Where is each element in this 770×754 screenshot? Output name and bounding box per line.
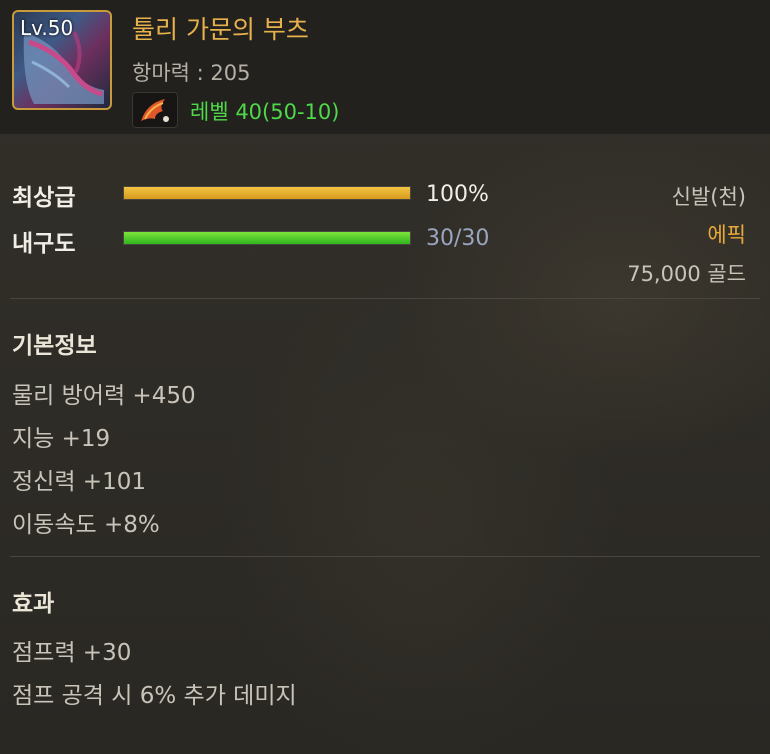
durability-label: 내구도 [12,231,76,257]
stat-line: 지능 +19 [12,426,111,452]
item-name: 툴리 가문의 부츠 [132,15,309,44]
magic-defense-stat: 항마력 : 205 [132,61,251,85]
divider [10,556,760,557]
stat-line: 물리 방어력 +450 [12,383,196,409]
level-requirement: 레벨 40(50-10) [190,100,340,124]
stat-line: 이동속도 +8% [12,512,160,538]
grade-bar-fill [124,187,410,199]
sell-price: 75,000 골드 [627,262,746,286]
stat-line: 정신력 +101 [12,469,146,495]
wing-feather-icon [132,92,178,128]
durability-bar [123,231,411,245]
boots-icon: Lv.50 [12,10,112,110]
divider [10,298,760,299]
basic-info-title: 기본정보 [12,333,97,359]
durability-bar-fill [124,232,410,244]
equip-slot: 신발(천) [671,185,746,209]
rarity-label: 에픽 [707,223,746,247]
grade-bar [123,186,411,200]
effect-line: 점프 공격 시 6% 추가 데미지 [12,683,297,709]
effect-line: 점프력 +30 [12,640,132,666]
effects-title: 효과 [12,591,55,617]
durability-value: 30/30 [426,226,490,251]
grade-label: 최상급 [12,185,76,211]
item-level-badge: Lv.50 [20,16,74,40]
grade-value: 100% [426,182,489,207]
item-tooltip: Lv.50 툴리 가문의 부츠 항마력 : 205 레벨 40(50-10) 최… [0,0,770,754]
tooltip-header: Lv.50 툴리 가문의 부츠 항마력 : 205 레벨 40(50-10) [0,0,770,134]
